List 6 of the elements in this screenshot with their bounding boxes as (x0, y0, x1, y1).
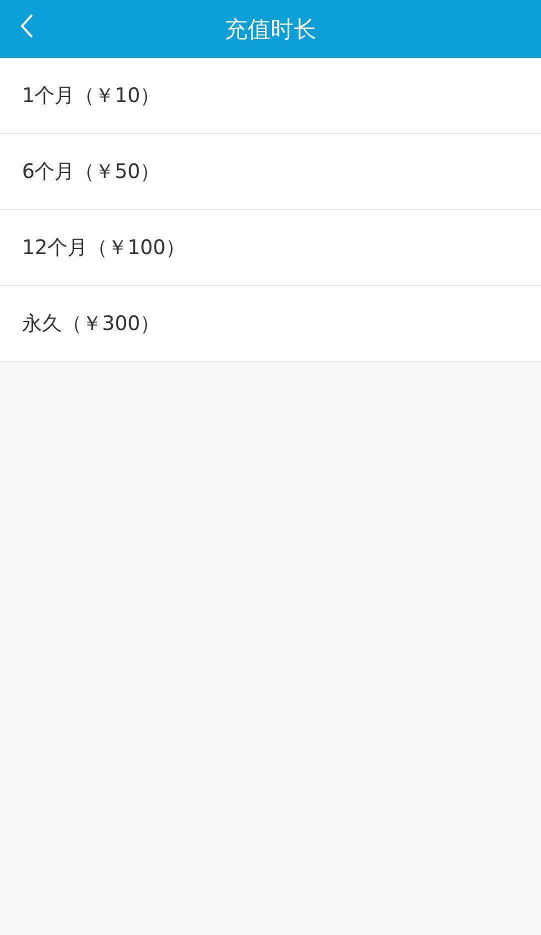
duration-option[interactable]: 永久（￥300） (0, 286, 541, 362)
page-title: 充值时长 (224, 16, 316, 44)
duration-option[interactable]: 12个月（￥100） (0, 210, 541, 286)
duration-option[interactable]: 6个月（￥50） (0, 134, 541, 210)
back-icon[interactable] (20, 13, 34, 39)
duration-option[interactable]: 1个月（￥10） (0, 58, 541, 134)
